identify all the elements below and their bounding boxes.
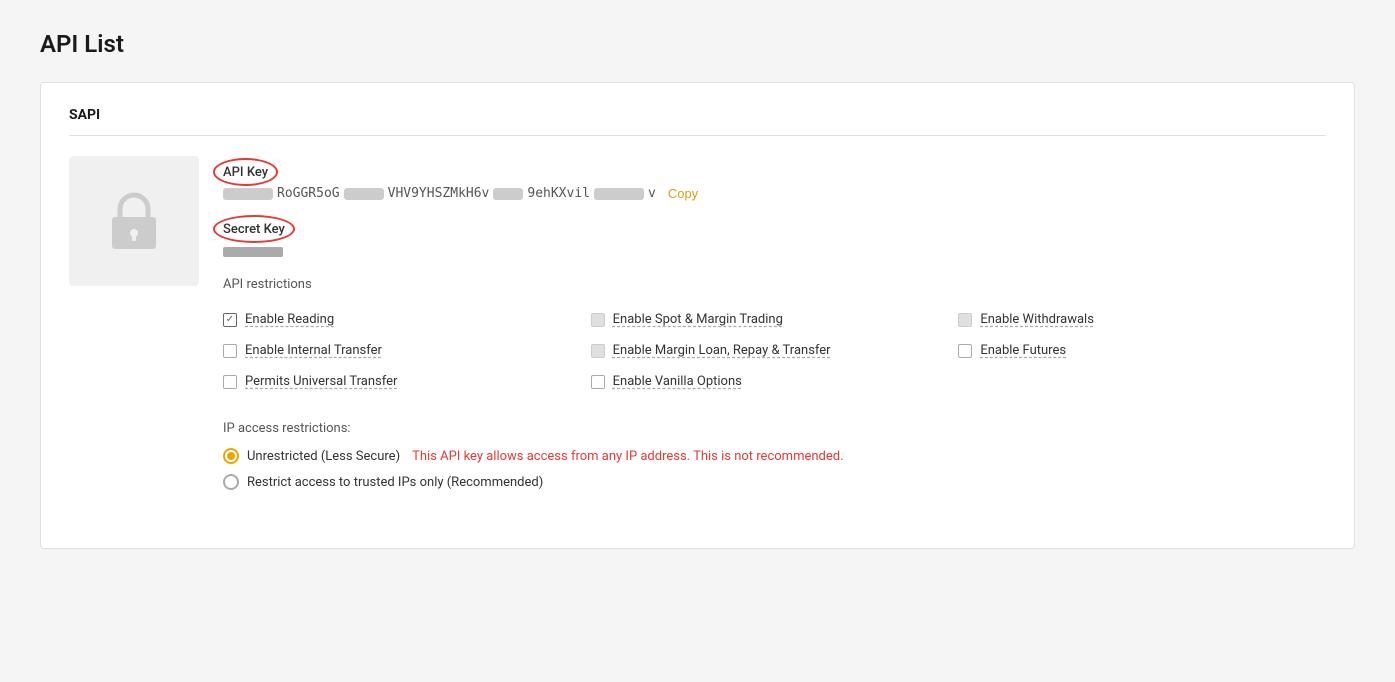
checkbox-enable-spot-margin[interactable] — [591, 313, 605, 327]
key-seg-2: VHV9YHSZMkH6v — [388, 186, 490, 201]
api-key-section: API Key RoGGR5oG VHV9YHSZMkH6v 9ehKXvil — [69, 156, 1326, 500]
checkbox-enable-vanilla-options[interactable] — [591, 375, 605, 389]
ip-restrictions-title: IP access restrictions: — [223, 421, 1326, 436]
restriction-permits-universal-transfer: Permits Universal Transfer — [223, 366, 591, 397]
checkbox-enable-internal-transfer[interactable] — [223, 344, 237, 358]
copy-button[interactable]: Copy — [668, 186, 698, 201]
radio-unrestricted-warning: This API key allows access from any IP a… — [412, 449, 843, 464]
checkbox-enable-reading[interactable] — [223, 313, 237, 327]
checkbox-permits-universal-transfer[interactable] — [223, 375, 237, 389]
checkbox-enable-futures[interactable] — [958, 344, 972, 358]
blur-1 — [223, 188, 273, 200]
restriction-enable-futures: Enable Futures — [958, 335, 1326, 366]
restriction-label-enable-margin-loan: Enable Margin Loan, Repay & Transfer — [613, 343, 831, 358]
radio-unrestricted[interactable] — [223, 448, 239, 464]
page-title: API List — [40, 30, 1355, 58]
api-key-value-row: RoGGR5oG VHV9YHSZMkH6v 9ehKXvil v Copy — [223, 186, 1326, 201]
secret-key-row: Secret Key — [223, 221, 1326, 257]
restriction-enable-internal-transfer: Enable Internal Transfer — [223, 335, 591, 366]
restriction-label-enable-internal-transfer: Enable Internal Transfer — [245, 343, 382, 358]
restrictions-title: API restrictions — [223, 277, 1326, 292]
radio-restricted-label: Restrict access to trusted IPs only (Rec… — [247, 475, 543, 490]
restrictions-col-2: Enable Withdrawals Enable Futures — [958, 304, 1326, 397]
restriction-label-enable-reading: Enable Reading — [245, 312, 334, 327]
secret-key-label-wrapper: Secret Key — [223, 221, 285, 237]
restriction-label-enable-spot-margin: Enable Spot & Margin Trading — [613, 312, 783, 327]
checkbox-enable-margin-loan[interactable] — [591, 344, 605, 358]
restriction-label-enable-futures: Enable Futures — [980, 343, 1066, 358]
restriction-label-enable-vanilla-options: Enable Vanilla Options — [613, 374, 742, 389]
api-key-row: API Key RoGGR5oG VHV9YHSZMkH6v 9ehKXvil — [223, 164, 1326, 201]
restrictions-col-1: Enable Spot & Margin Trading Enable Marg… — [591, 304, 959, 397]
restriction-enable-withdrawals: Enable Withdrawals — [958, 304, 1326, 335]
key-seg-1: RoGGR5oG — [277, 186, 340, 201]
restriction-enable-spot-margin: Enable Spot & Margin Trading — [591, 304, 959, 335]
lock-icon-box — [69, 156, 199, 286]
api-key-value-line: RoGGR5oG VHV9YHSZMkH6v 9ehKXvil v — [223, 186, 656, 201]
restriction-label-enable-withdrawals: Enable Withdrawals — [980, 312, 1094, 327]
api-key-label: API Key — [223, 165, 268, 180]
radio-restricted[interactable] — [223, 474, 239, 490]
api-card: SAPI API Key — [40, 82, 1355, 549]
radio-unrestricted-label: Unrestricted (Less Secure) — [247, 449, 400, 464]
secret-key-label: Secret Key — [223, 222, 285, 237]
radio-unrestricted-row: Unrestricted (Less Secure) This API key … — [223, 448, 1326, 464]
ip-restrictions-section: IP access restrictions: Unrestricted (Le… — [223, 421, 1326, 490]
blur-3 — [493, 188, 523, 200]
restriction-label-permits-universal-transfer: Permits Universal Transfer — [245, 374, 397, 389]
restrictions-grid: Enable Reading Enable Internal Transfer … — [223, 304, 1326, 397]
lock-icon — [108, 191, 160, 251]
card-section-title: SAPI — [69, 107, 1326, 136]
radio-restricted-row: Restrict access to trusted IPs only (Rec… — [223, 474, 1326, 490]
key-details: API Key RoGGR5oG VHV9YHSZMkH6v 9ehKXvil — [223, 156, 1326, 500]
key-seg-4: v — [648, 186, 656, 201]
radio-unrestricted-inner — [227, 452, 235, 460]
restriction-enable-reading: Enable Reading — [223, 304, 591, 335]
api-key-label-wrapper: API Key — [223, 164, 268, 180]
restriction-enable-vanilla-options: Enable Vanilla Options — [591, 366, 959, 397]
page-wrapper: API List SAPI API Key — [0, 0, 1395, 579]
blur-4 — [594, 188, 644, 200]
blur-2 — [344, 188, 384, 200]
restriction-enable-margin-loan: Enable Margin Loan, Repay & Transfer — [591, 335, 959, 366]
restrictions-section: API restrictions Enable Reading — [223, 277, 1326, 397]
key-seg-3: 9ehKXvil — [527, 186, 590, 201]
secret-blur-block — [223, 247, 283, 257]
restrictions-col-0: Enable Reading Enable Internal Transfer … — [223, 304, 591, 397]
secret-key-value — [223, 247, 1326, 257]
checkbox-enable-withdrawals[interactable] — [958, 313, 972, 327]
